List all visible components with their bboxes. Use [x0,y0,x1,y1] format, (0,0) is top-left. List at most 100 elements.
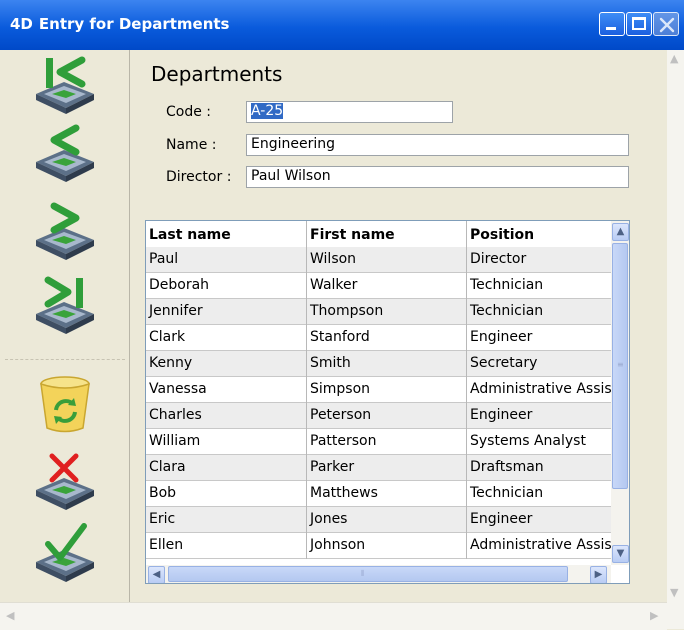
cell-position: Draftsman [470,459,544,475]
column-header-position[interactable]: Position [467,221,611,247]
window-title-text: Entry for Departments [38,15,230,33]
code-field[interactable]: A-25 [246,101,453,123]
cell-position: Systems Analyst [470,433,586,449]
cell-first-name: Wilson [307,247,467,273]
cell-first-name: Matthews [307,481,467,507]
cell-last-name: Bob [146,481,307,507]
cell-position: Director [470,251,527,267]
last-record-button[interactable] [30,274,100,338]
cell-first-name: Simpson [307,377,467,403]
maximize-button[interactable] [626,12,652,36]
minimize-icon [606,27,616,30]
first-record-button[interactable] [30,54,100,118]
cell-position: Administrative Assistant [470,537,611,553]
cancel-icon [36,453,94,510]
cell-position: Technician [470,485,544,501]
resize-grip[interactable] [667,602,684,629]
cell-position: Technician [470,303,544,319]
window-horizontal-scrollbar[interactable]: ◀ ▶ [0,602,667,630]
window-vertical-scrollbar[interactable]: ▲ ▼ [667,50,684,602]
first-record-icon [36,56,94,114]
table-row[interactable]: Clara Parker Draftsman [146,455,611,481]
employees-list[interactable]: Last name First name Position Paul Wilson… [145,220,630,584]
column-header-first-name[interactable]: First name [307,221,467,247]
name-label: Name : [166,137,217,153]
director-label: Director : [166,169,232,185]
form-title: Departments [151,62,283,86]
table-row[interactable]: William Patterson Systems Analyst [146,429,611,455]
delete-record-button[interactable] [30,372,100,436]
name-field[interactable]: Engineering [246,134,629,156]
title-bar: 4D Entry for Departments [0,0,684,50]
table-row[interactable]: Kenny Smith Secretary [146,351,611,377]
cell-position: Technician [470,277,544,293]
table-row[interactable]: Bob Matthews Technician [146,481,611,507]
list-vertical-scroll-thumb[interactable]: ≡ [612,243,628,489]
next-record-button[interactable] [30,200,100,264]
scroll-right-icon[interactable]: ▶ [590,566,607,583]
cell-last-name: Jennifer [146,299,307,325]
window-scroll-down-icon[interactable]: ▼ [670,586,678,599]
cancel-button[interactable] [30,450,100,514]
table-row[interactable]: Eric Jones Engineer [146,507,611,533]
table-row[interactable]: EllenJohnsonAdministrative Assistant [146,533,611,559]
app-logo: 4D [10,15,33,33]
cell-position: Secretary [470,355,538,371]
scroll-left-icon[interactable]: ◀ [148,566,165,583]
maximize-icon [632,17,646,30]
list-vertical-scrollbar[interactable]: ▲ ≡ ▼ [611,221,629,565]
record-toolbar [0,50,130,602]
cell-first-name: Patterson [307,429,467,455]
column-header-last-name[interactable]: Last name [146,221,307,247]
cell-last-name: Ellen [146,533,307,559]
toolbar-separator [5,359,125,360]
accept-button[interactable] [30,522,100,586]
checkmark-icon [36,523,94,582]
code-value: A-25 [251,103,284,119]
previous-record-button[interactable] [30,122,100,186]
previous-record-icon [36,124,94,182]
trash-icon [40,376,90,433]
cell-last-name: Kenny [146,351,307,377]
cell-last-name: Deborah [146,273,307,299]
table-row[interactable]: Clark Stanford Engineer [146,325,611,351]
code-label: Code : [166,104,212,120]
scroll-down-icon[interactable]: ▼ [612,545,629,563]
list-horizontal-scrollbar[interactable]: ◀ ⦀ ▶ [146,565,611,583]
last-record-icon [36,276,94,334]
table-row[interactable]: VanessaSimpsonAdministrative Assistant [146,377,611,403]
minimize-button[interactable] [599,12,625,36]
director-field[interactable]: Paul Wilson [246,166,629,188]
next-record-icon [36,202,94,260]
cell-first-name: Smith [307,351,467,377]
cell-last-name: William [146,429,307,455]
table-row[interactable]: Paul Wilson Director [146,247,611,273]
list-horizontal-scroll-thumb[interactable]: ⦀ [168,566,568,582]
table-row[interactable]: Charles Peterson Engineer [146,403,611,429]
cell-position: Engineer [470,511,533,527]
close-button[interactable] [653,12,679,36]
cell-first-name: Walker [307,273,467,299]
cell-last-name: Clark [146,325,307,351]
cell-last-name: Clara [146,455,307,481]
table-row[interactable]: Jennifer Thompson Technician [146,299,611,325]
scroll-up-icon[interactable]: ▲ [612,223,629,241]
window-scroll-left-icon[interactable]: ◀ [6,609,14,622]
grip-icon: ≡ [617,360,624,369]
grip-icon: ⦀ [361,569,365,578]
cell-first-name: Thompson [307,299,467,325]
close-icon [659,17,675,33]
cell-first-name: Stanford [307,325,467,351]
cell-last-name: Vanessa [146,377,307,403]
cell-first-name: Peterson [307,403,467,429]
window-scroll-right-icon[interactable]: ▶ [650,609,658,622]
cell-position: Administrative Assistant [470,381,611,397]
window-title: 4D Entry for Departments [10,15,229,33]
cell-position: Engineer [470,329,533,345]
table-row[interactable]: Deborah Walker Technician [146,273,611,299]
cell-first-name: Parker [307,455,467,481]
list-header: Last name First name Position [146,221,611,248]
cell-last-name: Eric [146,507,307,533]
window-scroll-up-icon[interactable]: ▲ [670,52,678,65]
cell-last-name: Charles [146,403,307,429]
